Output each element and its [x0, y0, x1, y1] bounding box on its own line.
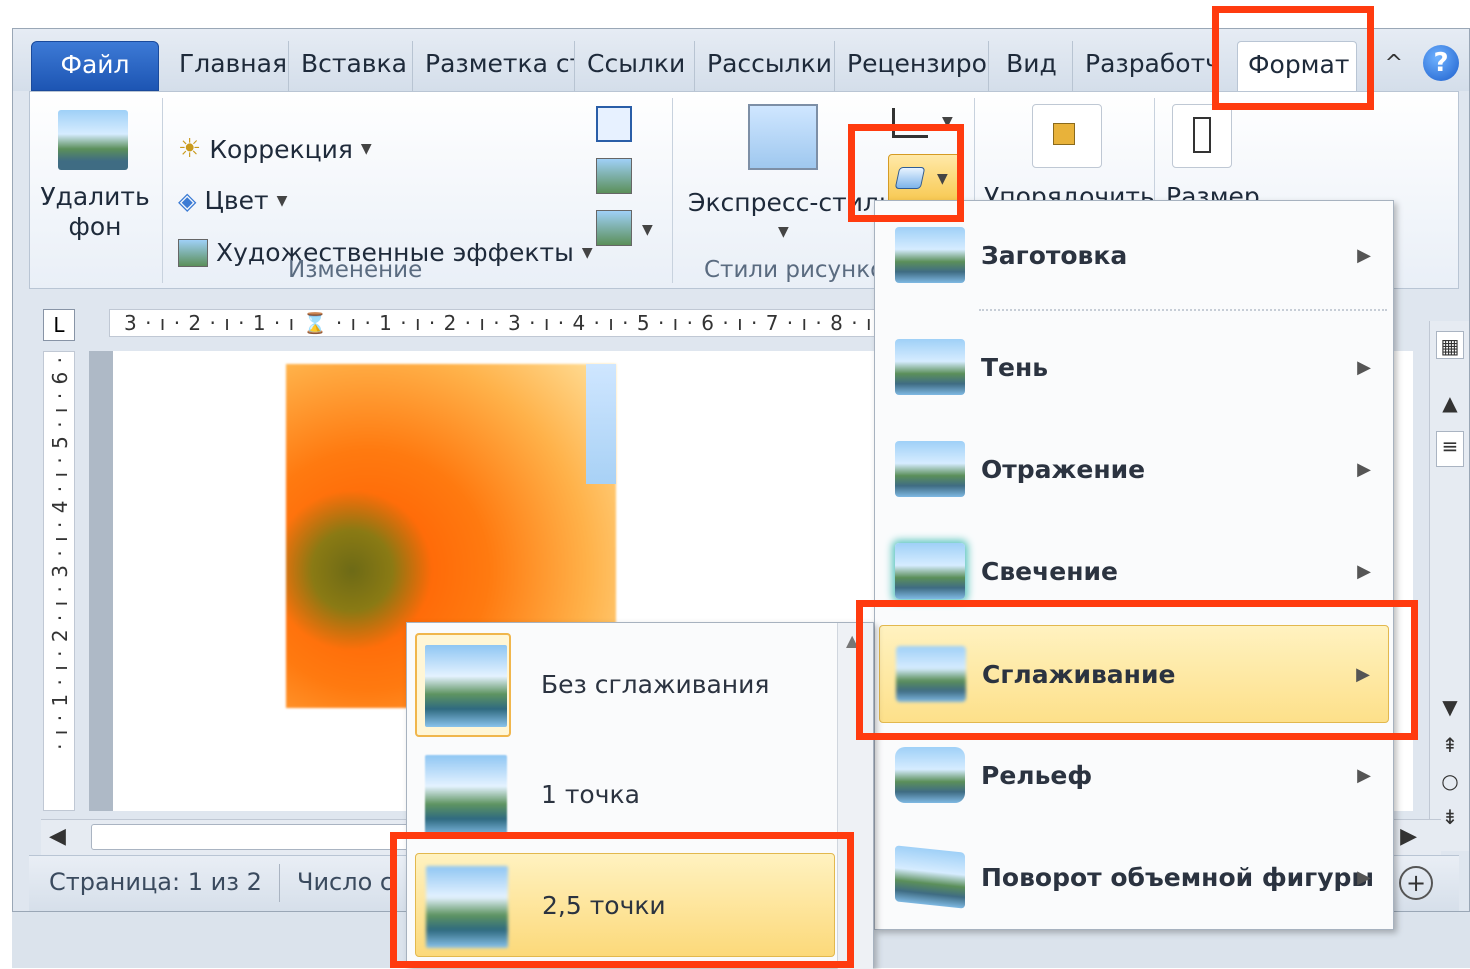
scroll-down-icon[interactable]: ▼: [1436, 693, 1464, 721]
tab-file[interactable]: Файл: [31, 41, 159, 91]
highlight-picture-effects: [848, 124, 964, 222]
tab-review[interactable]: Рецензиро: [837, 41, 989, 91]
menu-item-label: Отражение: [981, 455, 1146, 484]
menu-item-reflection[interactable]: Отражение ▶: [879, 421, 1389, 519]
divider: [162, 98, 163, 283]
view-ruler-icon[interactable]: ▦: [1436, 331, 1464, 359]
menu-item-label: Тень: [981, 353, 1049, 382]
glow-icon: [895, 543, 965, 599]
group-label-adjust: Изменение: [288, 257, 423, 283]
tab-stop-selector[interactable]: L: [43, 309, 75, 341]
color-icon: ◈: [178, 186, 197, 215]
picture-sky-corner: [586, 364, 616, 484]
scroll-right-icon[interactable]: ▶: [1400, 824, 1417, 849]
menu-item-label: Заготовка: [981, 241, 1128, 270]
menu-item-bevel[interactable]: Рельеф ▶: [879, 727, 1389, 825]
soft-1pt-icon: [425, 755, 507, 837]
compress-pictures-icon[interactable]: [596, 106, 632, 142]
tab-page-layout[interactable]: Разметка ст: [415, 41, 575, 91]
horizontal-ruler[interactable]: 3 · ı · 2 · ı · 1 · ı ⌛ · ı · 1 · ı · 2 …: [109, 309, 909, 337]
color-button[interactable]: ◈ Цвет ▼: [178, 186, 287, 215]
divider: [279, 864, 280, 902]
tab-mailings[interactable]: Рассылки: [697, 41, 835, 91]
size-button[interactable]: [1172, 104, 1232, 168]
select-browse-object-icon[interactable]: ○: [1436, 767, 1464, 795]
chevron-down-icon: ▼: [360, 141, 372, 157]
correction-label: Коррекция: [209, 134, 353, 164]
help-icon[interactable]: ?: [1423, 45, 1459, 81]
zoom-in-icon[interactable]: +: [1399, 866, 1433, 900]
collapse-ribbon-icon[interactable]: ^: [1385, 51, 1403, 76]
arrange-button[interactable]: [1032, 104, 1102, 168]
chevron-down-icon: ▼: [642, 222, 653, 238]
sun-icon: ☀: [178, 134, 202, 164]
chevron-right-icon: ▶: [1357, 357, 1371, 378]
reflection-icon: [895, 441, 965, 497]
chevron-down-icon: ▼: [778, 224, 789, 240]
color-label: Цвет: [204, 186, 269, 215]
chevron-right-icon: ▶: [1357, 765, 1371, 786]
remove-background-icon: [58, 110, 128, 170]
vertical-ruler[interactable]: · ı · 1 · ı · 2 · ı · 3 · ı · 4 · ı · 5 …: [43, 351, 75, 811]
arrange-icon: [1053, 123, 1075, 145]
change-picture-icon[interactable]: [596, 158, 632, 194]
quick-styles-icon: [748, 104, 818, 170]
menu-divider: [979, 309, 1387, 311]
chevron-right-icon: ▶: [1357, 245, 1371, 266]
vertical-scrollbar[interactable]: ▦ ▲ ≡ ▼ ⇞ ○ ⇟: [1429, 321, 1469, 851]
menu-item-label: Рельеф: [981, 761, 1093, 790]
menu-item-shadow[interactable]: Тень ▶: [879, 319, 1389, 417]
chevron-down-icon: ▼: [276, 192, 288, 209]
reset-picture-icon[interactable]: [596, 210, 632, 246]
highlight-format-tab: [1212, 6, 1374, 110]
previous-page-icon[interactable]: ⇞: [1436, 731, 1464, 759]
divider: [672, 98, 673, 283]
vertical-ruler-marks: · ı · 1 · ı · 2 · ı · 3 · ı · 4 · ı · 5 …: [48, 356, 72, 750]
scroll-thumb[interactable]: ≡: [1436, 431, 1464, 467]
remove-background-label-2: фон: [68, 212, 122, 241]
preset-icon: [895, 227, 965, 283]
menu-item-3d-rotation[interactable]: Поворот объемной фигуры ▶: [879, 829, 1389, 927]
scroll-left-icon[interactable]: ◀: [49, 824, 66, 849]
remove-background-label-1: Удалить: [40, 182, 150, 211]
picture-effects-menu: Заготовка ▶ Тень ▶ Отражение ▶ Свечение …: [874, 200, 1394, 930]
word-count-status[interactable]: Число с: [297, 868, 393, 896]
menu-item-label: Поворот объемной фигуры: [981, 863, 1375, 892]
chevron-right-icon: ▶: [1357, 867, 1371, 888]
tab-view[interactable]: Вид: [991, 41, 1073, 91]
chevron-down-icon: ▼: [581, 244, 593, 261]
highlight-2-5-points: [390, 832, 854, 968]
3d-rotation-icon: [895, 845, 965, 909]
artistic-effects-icon: [178, 238, 208, 267]
shadow-icon: [895, 339, 965, 395]
tab-developer[interactable]: Разработч: [1075, 41, 1219, 91]
no-soft-edges-icon: [425, 645, 507, 727]
submenu-item-no-soft-edges[interactable]: Без сглаживания: [415, 633, 835, 737]
scroll-up-icon[interactable]: ▲: [1436, 389, 1464, 417]
correction-button[interactable]: ☀ Коррекция ▼: [178, 134, 372, 164]
remove-background-button[interactable]: Удалить фон: [40, 182, 150, 242]
bevel-icon: [895, 747, 965, 803]
submenu-item-label: Без сглаживания: [541, 670, 770, 699]
group-label-picture-styles: Стили рисунко: [704, 257, 885, 283]
page-count-status[interactable]: Страница: 1 из 2: [49, 868, 262, 896]
size-icon: [1193, 117, 1211, 153]
highlight-soft-edges: [856, 600, 1418, 740]
tab-home[interactable]: Главная: [169, 41, 289, 91]
tab-references[interactable]: Ссылки: [577, 41, 695, 91]
chevron-right-icon: ▶: [1357, 459, 1371, 480]
tab-insert[interactable]: Вставка: [291, 41, 413, 91]
